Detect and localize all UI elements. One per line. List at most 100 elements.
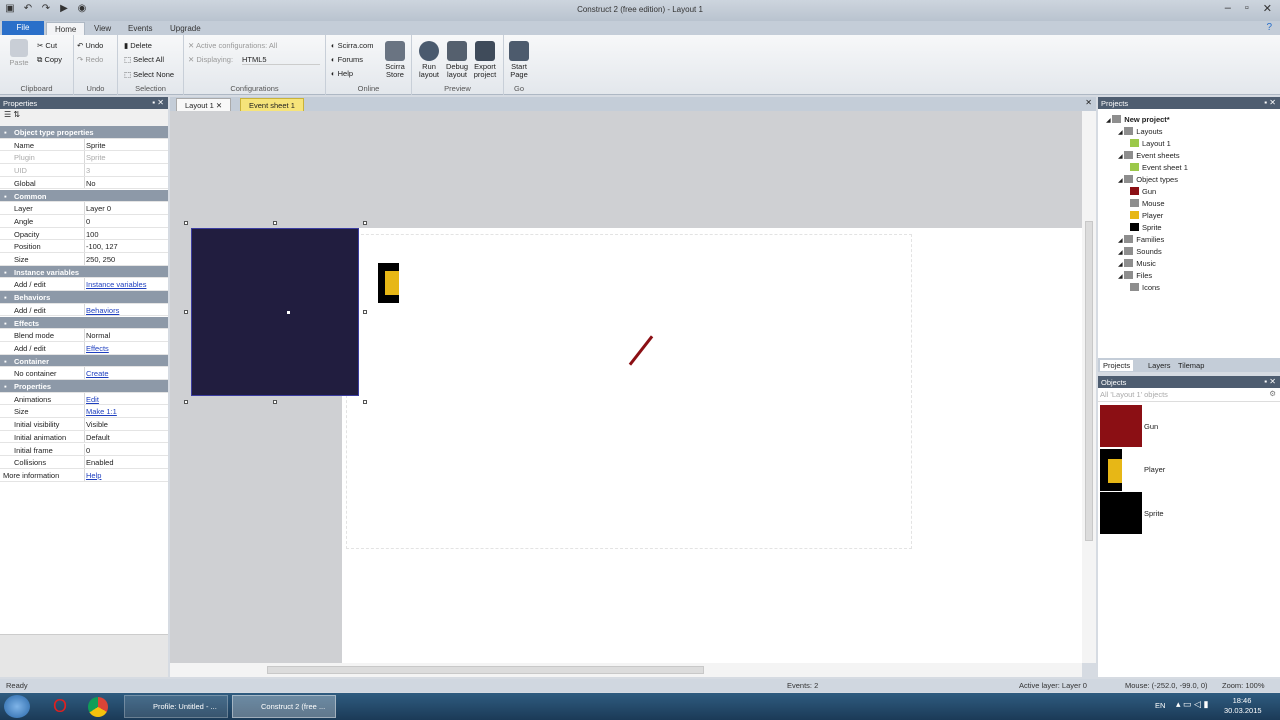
property-category[interactable]: Effects ▪	[0, 316, 168, 330]
close-icon[interactable]: ▪ ✕	[1264, 377, 1276, 386]
property-row[interactable]: More information Help	[0, 468, 168, 482]
clock-time[interactable]: 18:46	[1226, 696, 1258, 705]
chrome-icon[interactable]	[88, 697, 108, 717]
categorized-icon[interactable]: ☰	[4, 110, 11, 119]
property-category[interactable]: Properties ▪	[0, 380, 168, 393]
property-value[interactable]: Visible	[86, 420, 108, 429]
help-icon[interactable]: ?	[1266, 22, 1272, 33]
run-layout-button[interactable]: Run layout	[414, 41, 444, 79]
export-project-button[interactable]: Export project	[470, 41, 500, 79]
tab-upgrade[interactable]: Upgrade	[162, 22, 209, 35]
sort-icon[interactable]: ⇅	[13, 110, 20, 119]
property-link[interactable]: Help	[86, 471, 101, 480]
resize-handle[interactable]	[184, 310, 188, 314]
select-all-button[interactable]: ⬚ Select All	[124, 55, 164, 64]
tree-item[interactable]: ◢ Object types	[1118, 175, 1178, 184]
property-value[interactable]: Sprite	[86, 153, 106, 162]
language-indicator[interactable]: EN	[1155, 701, 1165, 710]
property-category[interactable]: Common ▪	[0, 189, 168, 203]
property-row[interactable]: Animations Edit	[0, 392, 168, 406]
collapse-icon[interactable]: ▪	[4, 319, 7, 328]
property-row[interactable]: Initial animation Default	[0, 430, 168, 444]
property-value[interactable]: Sprite	[86, 141, 106, 150]
property-link[interactable]: Instance variables	[86, 280, 146, 289]
filter-icon[interactable]: ⚙	[1269, 389, 1276, 398]
tray-icons[interactable]: ▴ ▭ ◁ ▮	[1176, 699, 1208, 710]
close-button[interactable]: ✕	[1263, 2, 1272, 15]
start-button[interactable]	[4, 695, 30, 718]
tree-item[interactable]: ◢ New project*	[1106, 115, 1170, 124]
property-row[interactable]: No container Create	[0, 367, 168, 380]
cut-button[interactable]: ✂ Cut	[37, 41, 57, 50]
property-link[interactable]: Behaviors	[86, 306, 119, 315]
start-page-button[interactable]: Start Page	[504, 41, 534, 79]
tree-item[interactable]: ◢ Event sheets	[1118, 151, 1180, 160]
property-value[interactable]: Enabled	[86, 458, 114, 467]
vertical-scrollbar[interactable]	[1082, 111, 1096, 663]
object-item-gun[interactable]: Gun	[1100, 405, 1277, 447]
taskbar-item-construct[interactable]: Construct 2 (free ...	[232, 695, 336, 718]
property-row[interactable]: Opacity 100	[0, 227, 168, 241]
tab-tilemap[interactable]: Tilemap	[1178, 361, 1204, 370]
property-value[interactable]: No	[86, 179, 96, 188]
object-item-player[interactable]: Player	[1100, 449, 1277, 491]
tree-item[interactable]: Mouse	[1130, 199, 1165, 208]
tree-item[interactable]: ◢ Sounds	[1118, 247, 1162, 256]
tab-projects[interactable]: Projects	[1100, 360, 1134, 371]
minimize-button[interactable]: –	[1225, 2, 1231, 15]
property-row[interactable]: Add / edit Instance variables	[0, 278, 168, 292]
property-row[interactable]: Name Sprite	[0, 138, 168, 152]
tree-item[interactable]: Layout 1	[1130, 139, 1171, 148]
active-configurations[interactable]: ✕ Active configurations: All	[188, 41, 277, 50]
tab-layers[interactable]: Layers	[1148, 361, 1171, 370]
redo-button[interactable]: ↷ Redo	[77, 55, 103, 64]
property-value[interactable]: 100	[86, 230, 99, 239]
property-row[interactable]: Position -100, 127	[0, 240, 168, 253]
resize-handle[interactable]	[184, 400, 188, 404]
property-category[interactable]: Instance variables ▪	[0, 265, 168, 279]
tab-layout-1[interactable]: Layout 1 ✕	[176, 98, 232, 111]
property-row[interactable]: Initial frame 0	[0, 443, 168, 457]
clock-date[interactable]: 30.03.2015	[1224, 706, 1262, 715]
tree-item[interactable]: Event sheet 1	[1130, 163, 1188, 172]
resize-handle[interactable]	[273, 221, 277, 225]
displaying-select[interactable]: HTML5	[242, 55, 320, 65]
property-row[interactable]: Layer Layer 0	[0, 202, 168, 215]
layout-canvas[interactable]	[170, 111, 1082, 663]
maximize-button[interactable]: ▫	[1245, 2, 1249, 15]
property-row[interactable]: Add / edit Effects	[0, 341, 168, 355]
tree-item[interactable]: Player	[1130, 211, 1163, 220]
tree-item[interactable]: ◢ Layouts	[1118, 127, 1163, 136]
tab-file[interactable]: File	[2, 21, 44, 35]
property-row[interactable]: Plugin Sprite	[0, 151, 168, 165]
property-link[interactable]: Edit	[86, 395, 99, 404]
debug-layout-button[interactable]: Debug layout	[442, 41, 472, 79]
taskbar-item-obs[interactable]: Profile: Untitled - ...	[124, 695, 228, 718]
collapse-icon[interactable]: ▪	[4, 128, 7, 137]
collapse-icon[interactable]: ▪	[4, 268, 7, 277]
tab-view[interactable]: View	[86, 22, 119, 35]
resize-handle[interactable]	[273, 400, 277, 404]
property-link[interactable]: Create	[86, 369, 109, 378]
sprite-instance[interactable]	[191, 228, 359, 396]
property-value[interactable]: -100, 127	[86, 242, 118, 251]
property-row[interactable]: Angle 0	[0, 214, 168, 228]
tab-event-sheet-1[interactable]: Event sheet 1	[240, 98, 304, 111]
property-value[interactable]: 250, 250	[86, 255, 115, 264]
tree-item[interactable]: Gun	[1130, 187, 1156, 196]
property-value[interactable]: 3	[86, 166, 90, 175]
property-value[interactable]: Normal	[86, 331, 110, 340]
close-icon[interactable]: ▪ ✕	[1264, 98, 1276, 107]
collapse-icon[interactable]: ▪	[4, 192, 7, 201]
resize-handle[interactable]	[363, 310, 367, 314]
tree-item[interactable]: Icons	[1130, 283, 1160, 292]
property-row[interactable]: Add / edit Behaviors	[0, 303, 168, 317]
property-value[interactable]: Default	[86, 433, 110, 442]
delete-button[interactable]: ▮ Delete	[124, 41, 152, 50]
undo-button[interactable]: ↶ Undo	[77, 41, 103, 50]
property-category[interactable]: Container ▪	[0, 354, 168, 368]
property-row[interactable]: Initial visibility Visible	[0, 418, 168, 431]
tab-home[interactable]: Home	[46, 22, 86, 35]
player-instance[interactable]	[378, 263, 399, 303]
resize-handle[interactable]	[184, 221, 188, 225]
